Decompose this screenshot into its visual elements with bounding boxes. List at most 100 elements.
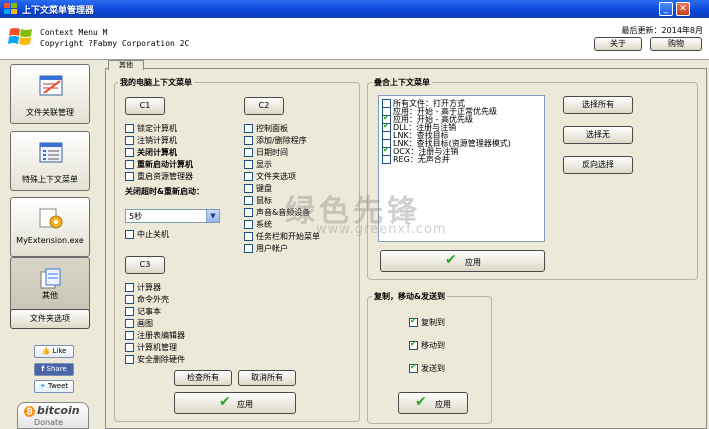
c1-button[interactable]: C1 (125, 97, 165, 115)
like-label: Like (52, 347, 67, 355)
copy-move-apply-button[interactable]: ✔ 应用 (398, 392, 468, 414)
shutdown-checkbox[interactable] (125, 148, 134, 157)
copy-to-checkbox[interactable] (409, 316, 418, 327)
folder-options-item-label: 文件夹选项 (256, 172, 296, 181)
c3-label: C3 (139, 260, 151, 269)
minimize-button[interactable]: _ (659, 2, 673, 16)
check-all-button[interactable]: 检查所有 (174, 370, 232, 386)
cancel-all-label: 取消所有 (251, 373, 283, 382)
close-button[interactable]: ✕ (676, 2, 690, 16)
computer-management-label: 计算机管理 (137, 343, 177, 352)
nav-myextension-label: MyExtension.exe (16, 236, 84, 245)
extension-gear-icon (39, 208, 63, 229)
my-computer-title: 我的电脑上下文菜单 (118, 77, 194, 88)
bitcoin-donate-button[interactable]: ₿ bitcoin Donate (17, 402, 89, 429)
twitter-tweet-button[interactable]: ✦ Tweet (34, 380, 74, 393)
cancel-all-button[interactable]: 取消所有 (238, 370, 296, 386)
restart-explorer-checkbox[interactable] (125, 172, 134, 181)
control-panel-label: 控制面板 (256, 124, 288, 133)
nav-file-association[interactable]: 文件关联管理 (10, 64, 90, 124)
invert-selection-button[interactable]: 反向选择 (563, 156, 633, 174)
watermark-url: www.greenxf.com (316, 222, 447, 237)
paint-label: 画图 (137, 319, 153, 328)
last-update-text: 最后更新：2014年8月 (621, 26, 703, 35)
facebook-icon: f (41, 365, 45, 373)
notepad-checkbox[interactable] (125, 307, 134, 316)
safely-remove-hardware-label: 安全删除硬件 (137, 355, 185, 364)
list-item-checkbox[interactable] (382, 155, 391, 164)
shutdown-label: 关闭计算机 (137, 148, 177, 157)
select-none-button[interactable]: 选择无 (563, 126, 633, 144)
header-app-name: Context Menu M (40, 28, 108, 37)
facebook-share-button[interactable]: f Share (34, 363, 74, 376)
minimize-icon: _ (663, 4, 669, 14)
tab-other[interactable]: 其他 (108, 60, 144, 70)
donate-label: Donate (34, 418, 64, 427)
system-label: 系统 (256, 220, 272, 229)
shutdown-timeout-label: 关闭超时&重新启动： (125, 187, 204, 196)
display-checkbox[interactable] (244, 160, 253, 169)
add-remove-programs-checkbox[interactable] (244, 136, 253, 145)
nav-other-label: 其他 (42, 291, 58, 300)
add-remove-programs-label: 添加/删除程序 (256, 136, 307, 145)
thumbs-up-icon: 👍 (41, 347, 51, 355)
facebook-like-button[interactable]: 👍 Like (34, 345, 74, 358)
move-to-checkbox[interactable] (409, 339, 418, 350)
twitter-bird-icon: ✦ (39, 382, 46, 390)
select-none-label: 选择无 (586, 130, 610, 139)
my-computer-apply-button[interactable]: ✔ 应用 (174, 392, 296, 414)
paint-checkbox[interactable] (125, 319, 134, 328)
regedit-checkbox[interactable] (125, 331, 134, 340)
restart-explorer-label: 重启资源管理器 (137, 172, 193, 181)
timeout-select[interactable]: 5秒 ▼ (125, 209, 220, 223)
lock-computer-checkbox[interactable] (125, 124, 134, 133)
calculator-label: 计算器 (137, 283, 161, 292)
about-button[interactable]: 关于 (594, 37, 642, 51)
computer-management-checkbox[interactable] (125, 343, 134, 352)
user-accounts-checkbox[interactable] (244, 244, 253, 253)
select-all-label: 选择所有 (582, 100, 614, 109)
restart-checkbox[interactable] (125, 160, 134, 169)
abort-shutdown-label: 中止关机 (137, 230, 169, 239)
folder-options-button[interactable]: 文件夹选项 (10, 309, 90, 329)
system-checkbox[interactable] (244, 220, 253, 229)
abort-shutdown-checkbox[interactable] (125, 230, 134, 239)
logoff-checkbox[interactable] (125, 136, 134, 145)
c1-label: C1 (139, 101, 151, 110)
mouse-checkbox[interactable] (244, 196, 253, 205)
taskbar-start-menu-checkbox[interactable] (244, 232, 253, 241)
send-to-checkbox[interactable] (409, 362, 418, 373)
mouse-label: 鼠标 (256, 196, 272, 205)
command-shell-checkbox[interactable] (125, 295, 134, 304)
nav-myextension[interactable]: MyExtension.exe (10, 197, 90, 257)
folder-options-checkbox[interactable] (244, 172, 253, 181)
select-all-button[interactable]: 选择所有 (563, 96, 633, 114)
safely-remove-hardware-checkbox[interactable] (125, 355, 134, 364)
sound-audio-checkbox[interactable] (244, 208, 253, 217)
lock-computer-label: 锁定计算机 (137, 124, 177, 133)
windows-logo-icon (4, 3, 17, 14)
share-label: Share (46, 365, 67, 373)
nav-special-menu[interactable]: 特殊上下文菜单 (10, 131, 90, 191)
copy-to-label: 复制到 (421, 318, 445, 327)
c2-button[interactable]: C2 (244, 97, 284, 115)
c3-button[interactable]: C3 (125, 256, 165, 274)
c2-label: C2 (258, 101, 270, 110)
control-panel-checkbox[interactable] (244, 124, 253, 133)
about-label: 关于 (610, 39, 626, 48)
keyboard-checkbox[interactable] (244, 184, 253, 193)
header-copyright: Copyright ?Fabmy Corporation 2C (40, 39, 190, 48)
tab-other-label: 其他 (119, 61, 133, 69)
calculator-checkbox[interactable] (125, 283, 134, 292)
title-bar: 上下文菜单管理器 _ ✕ (0, 0, 709, 18)
checkmark-icon: ✔ (415, 394, 427, 410)
restart-label: 重新启动计算机 (137, 160, 193, 169)
nav-other[interactable]: 其他 (10, 257, 90, 317)
shop-button[interactable]: 购物 (650, 37, 702, 51)
chevron-down-icon: ▼ (206, 210, 219, 222)
stacked-apply-button[interactable]: ✔ 应用 (380, 250, 545, 272)
checkmark-icon: ✔ (445, 252, 457, 268)
date-time-checkbox[interactable] (244, 148, 253, 157)
timeout-value: 5秒 (129, 212, 143, 221)
send-to-label: 发送到 (421, 364, 445, 373)
